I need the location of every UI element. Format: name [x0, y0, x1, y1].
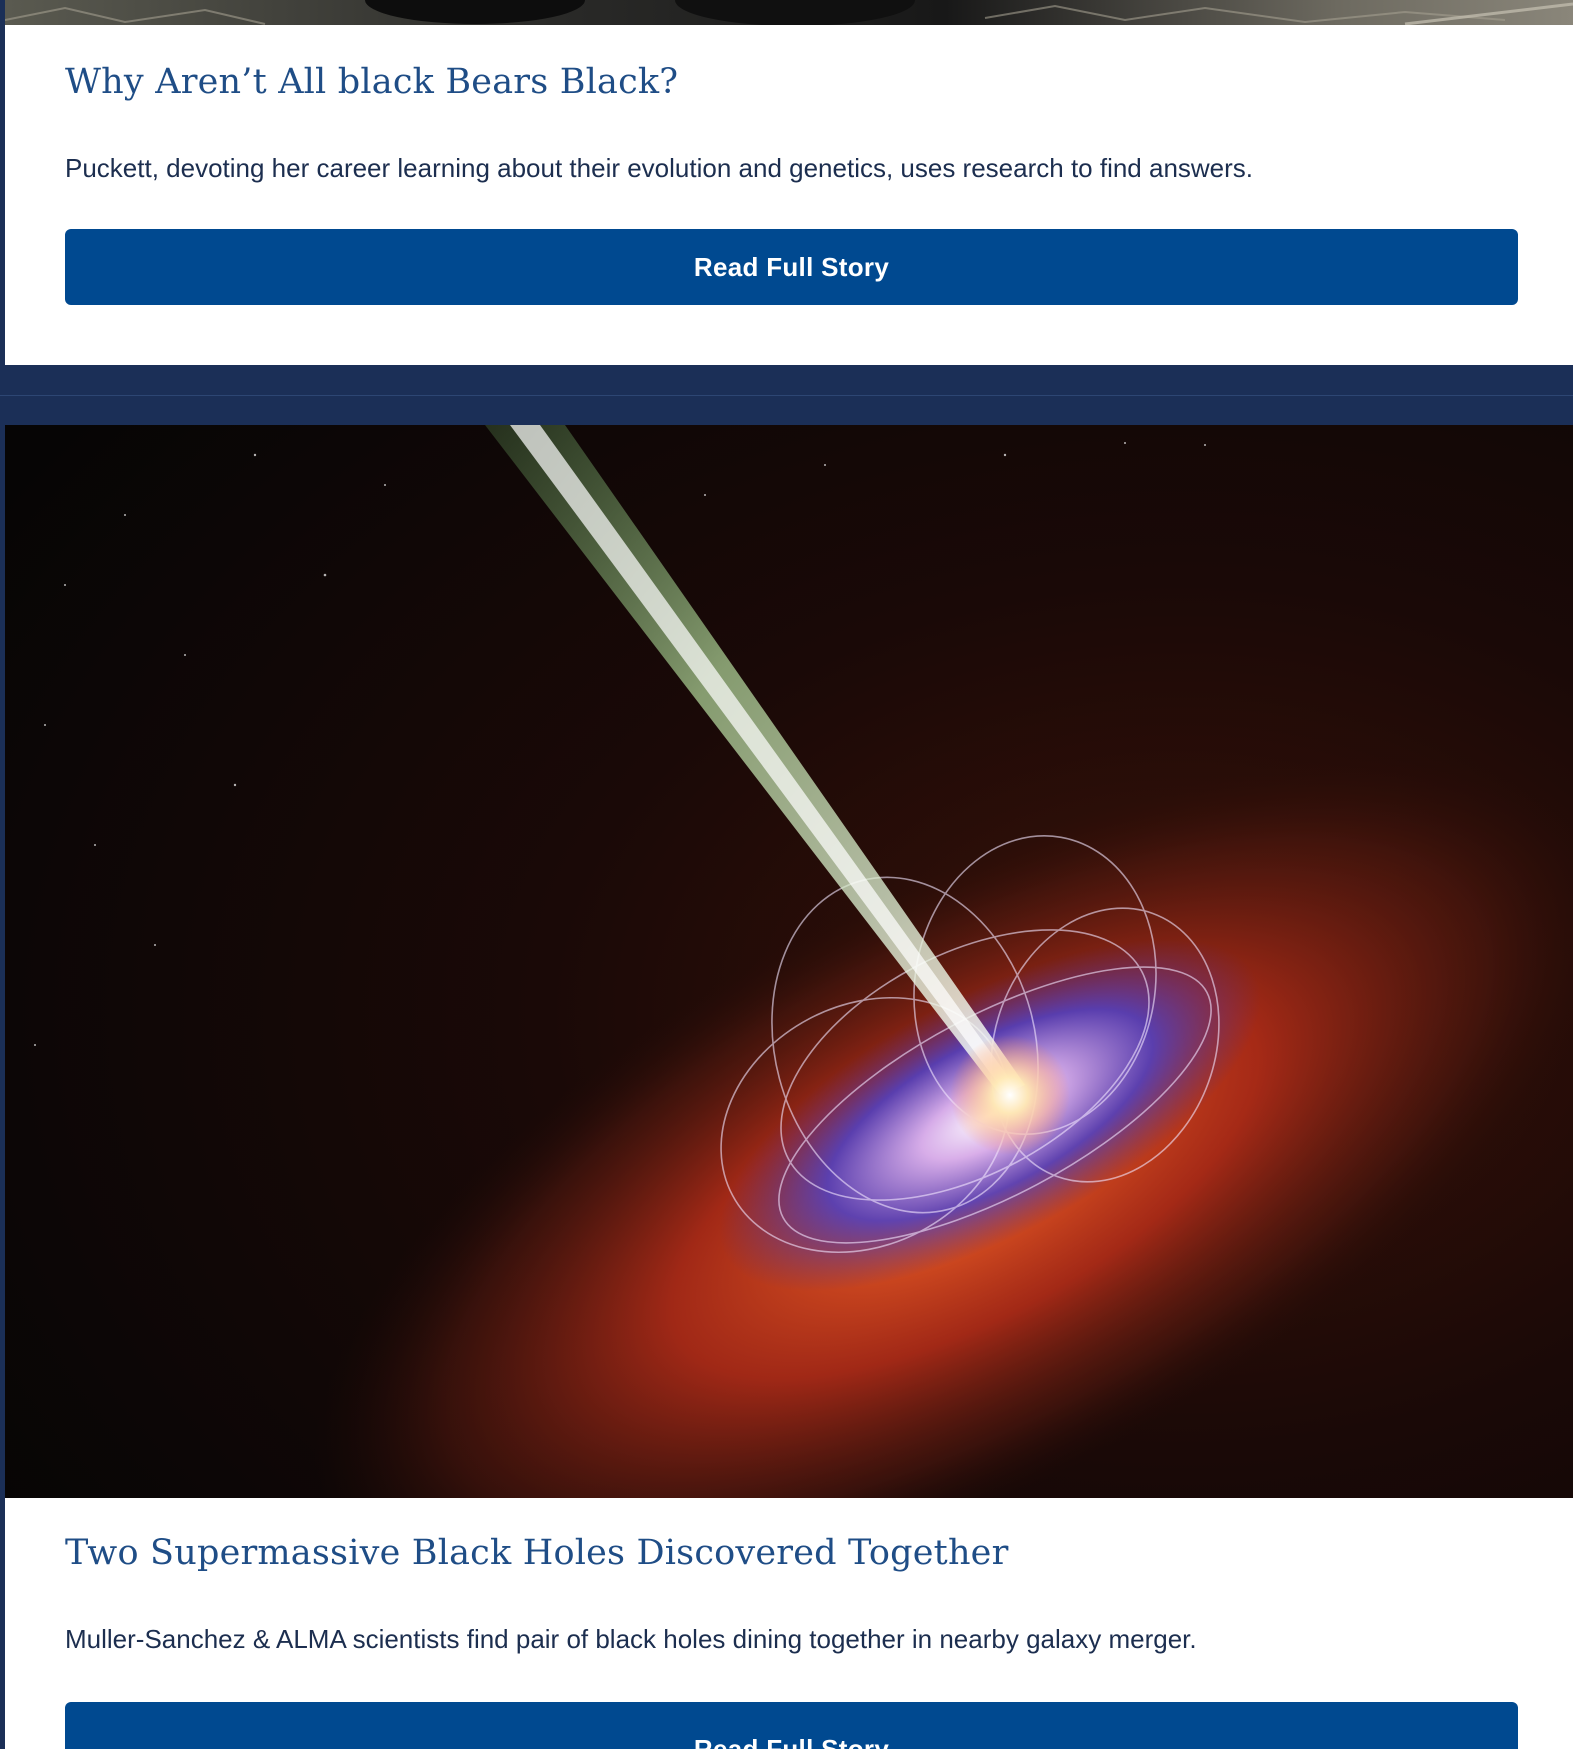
story-title[interactable]: Why Aren’t All black Bears Black? — [65, 62, 678, 102]
black-bears-photo[interactable] — [5, 0, 1573, 25]
story-description: Muller-Sanchez & ALMA scientists find pa… — [65, 1624, 1197, 1654]
story-title[interactable]: Two Supermassive Black Holes Discovered … — [65, 1533, 1009, 1573]
story-description: Puckett, devoting her career learning ab… — [65, 153, 1254, 183]
section-divider — [0, 395, 1573, 396]
read-full-story-button[interactable]: Read Full Story — [65, 229, 1518, 305]
read-full-story-button[interactable]: Read Full Story — [65, 1702, 1518, 1749]
news-page: Why Aren’t All black Bears Black? Pucket… — [0, 0, 1573, 1749]
story-card-black-holes: Two Supermassive Black Holes Discovered … — [5, 425, 1573, 1749]
black-hole-illustration[interactable] — [5, 425, 1573, 1498]
story-card-bears: Why Aren’t All black Bears Black? Pucket… — [5, 0, 1573, 365]
